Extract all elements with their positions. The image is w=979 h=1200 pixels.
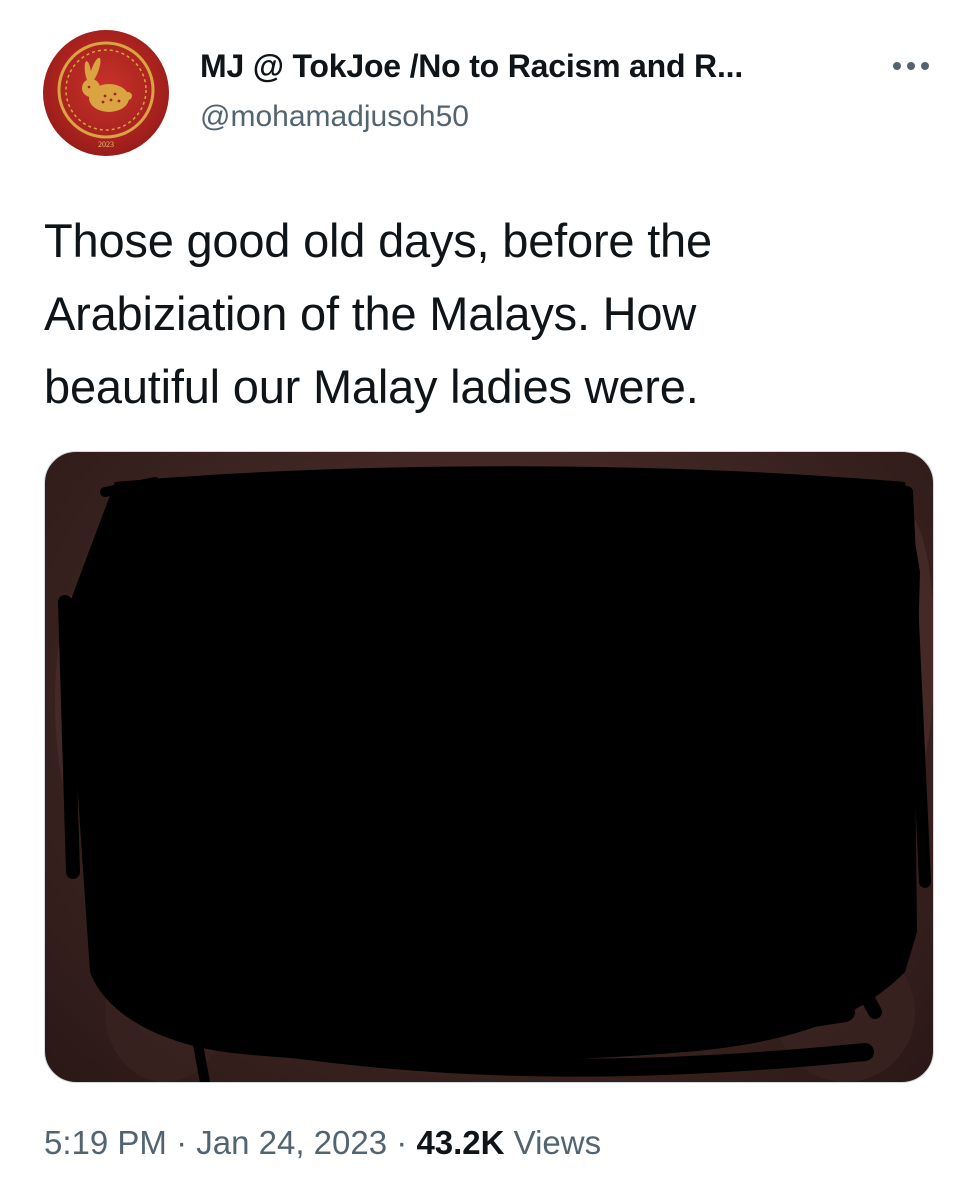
tweet-metadata: 5:19 PM · Jan 24, 2023 · 43.2K Views — [44, 1124, 601, 1162]
views-count[interactable]: 43.2K — [416, 1124, 504, 1161]
meta-separator: · — [396, 1124, 408, 1161]
rabbit-medallion-icon: 2023 — [57, 41, 155, 149]
tweet-text: Those good old days, before the Arabizia… — [44, 214, 712, 413]
tweet-media-image[interactable] — [44, 451, 934, 1083]
meta-separator: · — [176, 1124, 188, 1161]
more-options-button[interactable] — [886, 48, 936, 84]
views-label: Views — [513, 1124, 602, 1161]
avatar[interactable]: 2023 — [43, 30, 169, 156]
tweet-time[interactable]: 5:19 PM — [44, 1124, 167, 1161]
author-display-name[interactable]: MJ @ TokJoe /No to Racism and R... — [200, 48, 743, 85]
author-handle[interactable]: @mohamadjusoh50 — [200, 100, 469, 134]
redacted-photo — [55, 466, 933, 1082]
tweet-card: 2023 MJ @ TokJoe /No to Racism and R... … — [0, 0, 979, 1200]
avatar-year: 2023 — [98, 140, 114, 149]
more-horizontal-icon — [893, 62, 929, 70]
tweet-date[interactable]: Jan 24, 2023 — [196, 1124, 387, 1161]
